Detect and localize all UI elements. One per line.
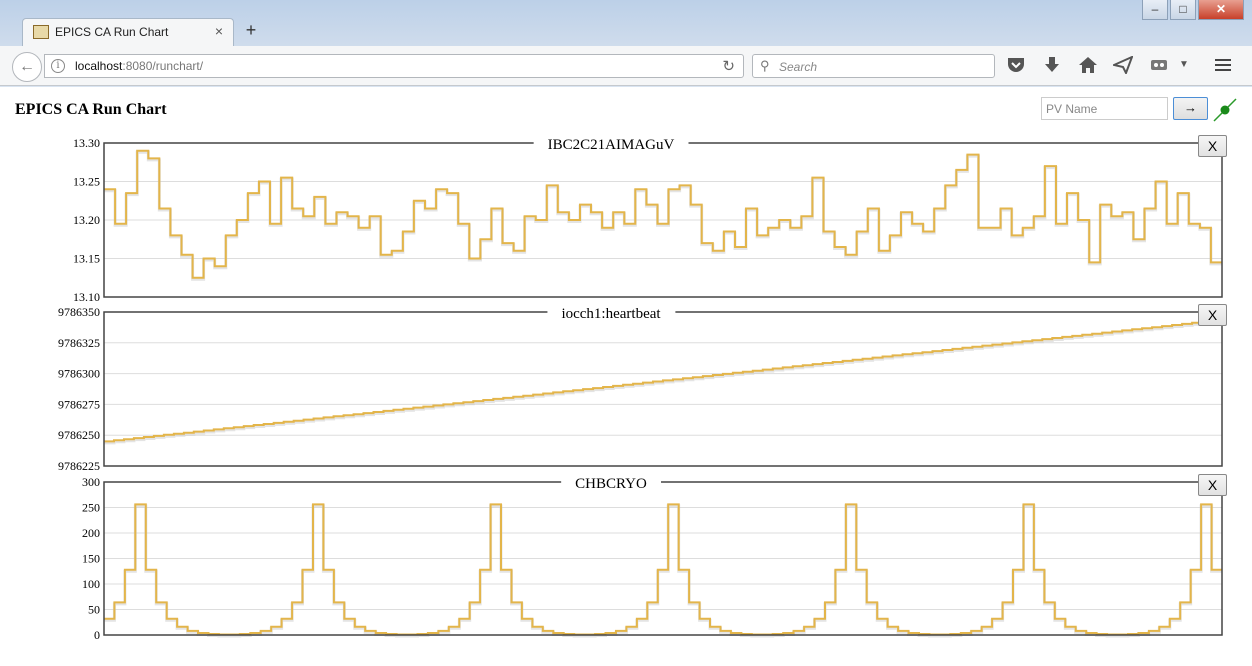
pocket-icon[interactable]	[1005, 56, 1027, 76]
y-tick-label: 13.30	[73, 136, 100, 150]
chart-title: IBC2C21AIMAGuV	[548, 137, 675, 153]
back-button[interactable]: ←	[12, 52, 42, 82]
tab-title: EPICS CA Run Chart	[55, 25, 169, 39]
favicon-icon	[33, 25, 49, 39]
reload-icon[interactable]: ↻	[722, 57, 735, 75]
download-icon[interactable]	[1041, 56, 1063, 76]
y-tick-label: 250	[82, 501, 100, 515]
series-line	[104, 503, 1222, 636]
close-chart-1-button[interactable]: X	[1198, 135, 1227, 157]
search-placeholder: Search	[779, 60, 818, 74]
window-controls: – □ ✕	[1142, 0, 1244, 20]
y-tick-label: 13.10	[73, 290, 100, 304]
y-tick-label: 13.20	[73, 213, 100, 227]
url-text: localhost:8080/runchart/	[75, 59, 203, 73]
y-tick-label: 200	[82, 526, 100, 540]
y-tick-label: 150	[82, 552, 100, 566]
info-icon[interactable]: i	[51, 59, 65, 73]
new-tab-button[interactable]: +	[241, 20, 261, 41]
plot-frame	[103, 311, 1223, 467]
y-tick-label: 300	[82, 475, 100, 489]
series-shadow	[104, 150, 1222, 281]
maximize-button[interactable]: □	[1170, 0, 1196, 20]
close-chart-2-button[interactable]: X	[1198, 304, 1227, 326]
back-arrow-icon: ←	[19, 58, 35, 75]
url-path: :8080/runchart/	[122, 59, 204, 73]
extension-icon[interactable]	[1148, 56, 1170, 76]
y-tick-label: 9786350	[58, 305, 100, 319]
close-window-button[interactable]: ✕	[1198, 0, 1244, 20]
y-tick-label: 100	[82, 577, 100, 591]
search-icon: ⚲	[760, 58, 770, 73]
y-tick-label: 0	[94, 628, 100, 642]
send-icon[interactable]	[1110, 55, 1134, 76]
y-tick-label: 9786275	[58, 397, 100, 411]
url-bar[interactable]: i localhost:8080/runchart/ ↻	[44, 54, 744, 78]
y-tick-label: 9786325	[58, 336, 100, 350]
menu-icon[interactable]	[1212, 56, 1234, 76]
run-charts: 13.30 13.25 13.20 13.15 13.10 IBC2C21AIMAGuV 9…	[58, 136, 1223, 642]
y-tick-label: 13.15	[73, 252, 100, 266]
chart-title: iocch1:heartbeat	[561, 306, 661, 322]
close-chart-3-button[interactable]: X	[1198, 474, 1227, 496]
y-tick-label: 50	[88, 603, 100, 617]
search-bar[interactable]: ⚲ Search	[752, 54, 995, 78]
home-icon[interactable]	[1077, 56, 1099, 76]
tab-close-icon[interactable]: ×	[215, 23, 223, 39]
series-line	[104, 319, 1222, 443]
chevron-down-icon[interactable]: ▼	[1176, 59, 1192, 79]
chart-title: CHBCRYO	[575, 476, 647, 492]
y-tick-label: 13.25	[73, 175, 100, 189]
url-host: localhost	[75, 59, 123, 73]
y-tick-label: 9786225	[58, 459, 100, 473]
browser-tab[interactable]: EPICS CA Run Chart ×	[22, 18, 234, 46]
y-tick-label: 9786250	[58, 428, 100, 442]
window-titlebar: EPICS CA Run Chart × + – □ ✕	[0, 0, 1252, 46]
navigation-toolbar: ← i localhost:8080/runchart/ ↻ ⚲ Search …	[0, 46, 1252, 86]
y-tick-label: 9786300	[58, 367, 100, 381]
minimize-button[interactable]: –	[1142, 0, 1168, 20]
page-content: EPICS CA Run Chart → 13.3013.2513.2013.1…	[0, 87, 1252, 666]
